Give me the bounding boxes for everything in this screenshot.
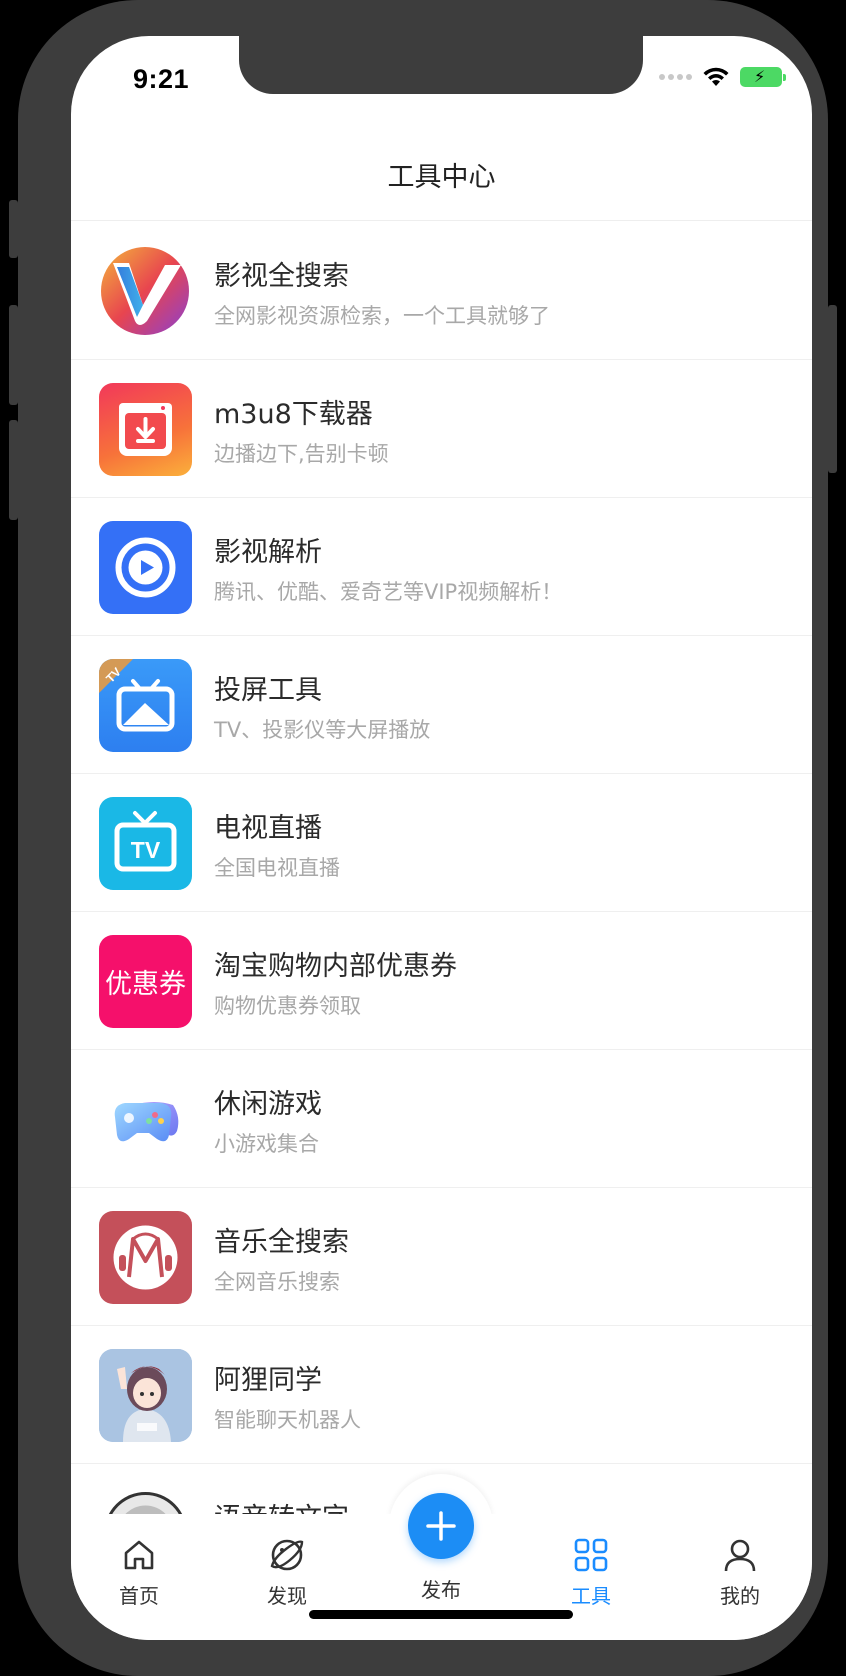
list-item-casual-games[interactable]: 休闲游戏 小游戏集合 [71, 1050, 812, 1188]
home-icon [89, 1534, 189, 1576]
play-icon [99, 521, 192, 614]
power-button [828, 305, 837, 473]
tab-label: 工具 [571, 1584, 611, 1608]
tv-icon-text: TV [131, 837, 161, 863]
page-header: 工具中心 [71, 128, 812, 221]
item-subtitle: 全网音乐搜索 [214, 1270, 340, 1294]
avatar-icon [99, 1349, 192, 1442]
cast-icon: TV [99, 659, 192, 752]
item-subtitle: 小游戏集合 [214, 1132, 319, 1156]
list-item-ali-classmate[interactable]: 阿狸同学 智能聊天机器人 [71, 1326, 812, 1464]
wifi-icon [703, 67, 729, 86]
screen: 9:21 ⚡ 工具中心 影视全搜索 全网影视资源检索，一个工具就够了 m3u8下… [71, 36, 812, 1640]
download-icon [99, 383, 192, 476]
item-subtitle: 全网影视资源检索，一个工具就够了 [214, 304, 550, 328]
coupon-icon: 优惠券 [99, 935, 192, 1028]
list-item-video-parse[interactable]: 影视解析 腾讯、优酷、爱奇艺等VIP视频解析！ [71, 498, 812, 636]
list-item-taobao-coupon[interactable]: 优惠券 淘宝购物内部优惠券 购物优惠券领取 [71, 912, 812, 1050]
gamepad-icon [99, 1073, 192, 1166]
item-subtitle: 边播边下,告别卡顿 [214, 442, 389, 466]
tab-label: 发布 [421, 1578, 461, 1602]
item-subtitle: 智能聊天机器人 [214, 1408, 361, 1432]
page-title: 工具中心 [387, 161, 496, 193]
tab-label: 我的 [720, 1584, 760, 1608]
list-item-tv-live[interactable]: TV 电视直播 全国电视直播 [71, 774, 812, 912]
item-title: 影视解析 [214, 537, 322, 568]
tab-home[interactable]: 首页 [89, 1534, 189, 1609]
item-subtitle: TV、投影仪等大屏播放 [214, 718, 431, 742]
item-title: 电视直播 [214, 813, 322, 844]
v-logo-icon [99, 245, 192, 338]
notch [239, 36, 643, 94]
list-item-screen-cast[interactable]: TV 投屏工具 TV、投影仪等大屏播放 [71, 636, 812, 774]
item-title: 影视全搜索 [214, 261, 349, 292]
tab-label: 首页 [119, 1584, 159, 1608]
tv-icon: TV [99, 797, 192, 890]
item-title: 淘宝购物内部优惠券 [214, 951, 457, 982]
list-item-m3u8-downloader[interactable]: m3u8下载器 边播边下,告别卡顿 [71, 360, 812, 498]
item-subtitle: 腾讯、优酷、爱奇艺等VIP视频解析！ [214, 580, 563, 604]
item-subtitle: 购物优惠券领取 [214, 994, 361, 1018]
item-title: m3u8下载器 [214, 399, 373, 430]
plus-icon [426, 1511, 456, 1541]
tab-label: 发现 [267, 1584, 307, 1608]
user-icon [690, 1534, 790, 1576]
coupon-icon-text: 优惠券 [105, 969, 186, 1000]
list-item-music-search[interactable]: 音乐全搜索 全网音乐搜索 [71, 1188, 812, 1326]
tab-mine[interactable]: 我的 [690, 1534, 790, 1609]
status-icons: ⚡ [659, 66, 786, 88]
grid-icon [541, 1534, 641, 1576]
home-indicator [309, 1610, 573, 1619]
planet-icon [237, 1534, 337, 1576]
tool-list: 影视全搜索 全网影视资源检索，一个工具就够了 m3u8下载器 边播边下,告别卡顿… [71, 222, 812, 1602]
tab-discover[interactable]: 发现 [237, 1534, 337, 1609]
battery-icon: ⚡ [740, 67, 786, 87]
volume-down-button [9, 420, 18, 520]
status-time: 9:21 [133, 64, 190, 94]
list-item-video-search[interactable]: 影视全搜索 全网影视资源检索，一个工具就够了 [71, 222, 812, 360]
item-title: 音乐全搜索 [214, 1227, 349, 1258]
music-icon [99, 1211, 192, 1304]
item-title: 休闲游戏 [214, 1089, 322, 1120]
mute-switch [9, 200, 18, 258]
publish-button[interactable] [408, 1493, 474, 1559]
volume-up-button [9, 305, 18, 405]
item-subtitle: 全国电视直播 [214, 856, 340, 880]
item-title: 投屏工具 [214, 675, 322, 706]
item-title: 阿狸同学 [214, 1365, 322, 1396]
signal-icon [659, 74, 692, 80]
tab-tools[interactable]: 工具 [541, 1534, 641, 1609]
phone-frame: 9:21 ⚡ 工具中心 影视全搜索 全网影视资源检索，一个工具就够了 m3u8下… [9, 0, 837, 1676]
tab-publish[interactable]: 发布 [391, 1570, 491, 1603]
